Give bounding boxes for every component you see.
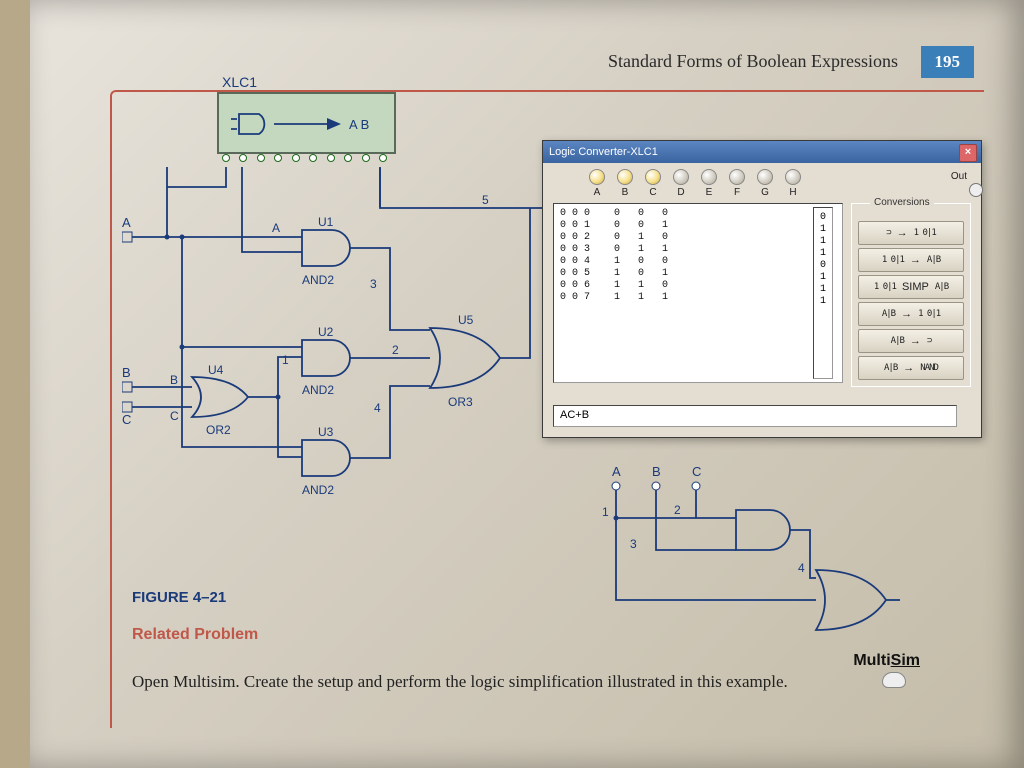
led-g[interactable] (757, 169, 773, 185)
logic-converter-window: Logic Converter-XLC1 × AB CD EF (542, 140, 982, 438)
led-b[interactable] (617, 169, 633, 185)
svg-text:U4: U4 (208, 363, 224, 377)
svg-text:1: 1 (602, 505, 609, 519)
conversion-button[interactable]: ⊃→1 0|1 (858, 221, 964, 245)
conversions-group: Conversions ⊃→1 0|11 0|1→A|B1 0|1SIMPA|B… (851, 203, 971, 387)
svg-text:A: A (612, 464, 621, 479)
related-problem-heading: Related Problem (132, 626, 258, 644)
svg-text:OR3: OR3 (448, 395, 473, 409)
svg-text:U5: U5 (458, 313, 474, 327)
truth-table-out[interactable]: 0 1 1 1 0 1 1 1 (813, 207, 833, 379)
led-a[interactable] (589, 169, 605, 185)
close-icon[interactable]: × (959, 144, 977, 162)
title-bar[interactable]: Logic Converter-XLC1 × (543, 141, 981, 163)
svg-text:A: A (122, 215, 131, 230)
svg-text:U2: U2 (318, 325, 334, 339)
figure-caption: FIGURE 4–21 (132, 589, 226, 606)
svg-text:AND2: AND2 (302, 273, 334, 287)
led-h[interactable] (785, 169, 801, 185)
svg-text:C: C (170, 409, 179, 423)
svg-text:3: 3 (370, 277, 377, 291)
led-labels: AB CD EF GH (589, 187, 801, 198)
led-e[interactable] (701, 169, 717, 185)
simplified-circuit: A B C 1 2 3 4 (582, 462, 902, 642)
svg-text:C: C (692, 464, 701, 479)
svg-text:U3: U3 (318, 425, 334, 439)
window-title: Logic Converter-XLC1 (549, 146, 658, 158)
conversion-button[interactable]: 1 0|1SIMPA|B (858, 275, 964, 299)
figure-frame: XLC1 A B A B C (110, 90, 984, 728)
svg-text:C: C (122, 412, 131, 427)
page: Standard Forms of Boolean Expressions 19… (30, 0, 1024, 768)
svg-text:4: 4 (374, 401, 381, 415)
multisim-badge: MultiSim (853, 652, 920, 670)
svg-text:2: 2 (392, 343, 399, 357)
running-head: Standard Forms of Boolean Expressions 19… (608, 46, 974, 78)
svg-text:4: 4 (798, 561, 805, 575)
svg-text:B: B (652, 464, 661, 479)
svg-text:1: 1 (282, 353, 289, 367)
svg-text:U1: U1 (318, 215, 334, 229)
related-problem-body: Open Multisim. Create the setup and perf… (132, 671, 864, 694)
window-body: AB CD EF GH Out 0 0 0 0 0 0 0 0 1 0 0 1 … (543, 163, 981, 437)
led-c[interactable] (645, 169, 661, 185)
led-f[interactable] (729, 169, 745, 185)
out-radio[interactable] (969, 183, 983, 197)
out-label: Out (951, 171, 967, 182)
xlc-ref: XLC1 (222, 74, 257, 90)
svg-text:3: 3 (630, 537, 637, 551)
page-number: 195 (921, 46, 975, 78)
expression-field[interactable]: AC+B (553, 405, 957, 427)
svg-text:OR2: OR2 (206, 423, 231, 437)
conversion-button[interactable]: 1 0|1→A|B (858, 248, 964, 272)
svg-text:B: B (122, 365, 131, 380)
svg-text:2: 2 (674, 503, 681, 517)
conversions-caption: Conversions (870, 197, 934, 208)
multisim-schematic: XLC1 A B A B C (122, 92, 552, 512)
conversion-button[interactable]: A|B→1 0|1 (858, 302, 964, 326)
svg-text:5: 5 (482, 193, 489, 207)
chapter-title: Standard Forms of Boolean Expressions (608, 51, 898, 71)
led-d[interactable] (673, 169, 689, 185)
input-leds (589, 169, 801, 185)
svg-text:AND2: AND2 (302, 483, 334, 497)
conversion-button[interactable]: A|B→⊃ (858, 329, 964, 353)
schematic-wires: A B C B C U4 OR2 1 (122, 92, 552, 512)
truth-table[interactable]: 0 0 0 0 0 0 0 0 1 0 0 1 0 0 2 0 1 0 0 0 … (553, 203, 843, 383)
conversion-button[interactable]: A|B→NAND (858, 356, 964, 380)
svg-text:B: B (170, 373, 178, 387)
svg-text:A: A (272, 221, 280, 235)
mouse-icon (882, 672, 906, 688)
svg-text:AND2: AND2 (302, 383, 334, 397)
